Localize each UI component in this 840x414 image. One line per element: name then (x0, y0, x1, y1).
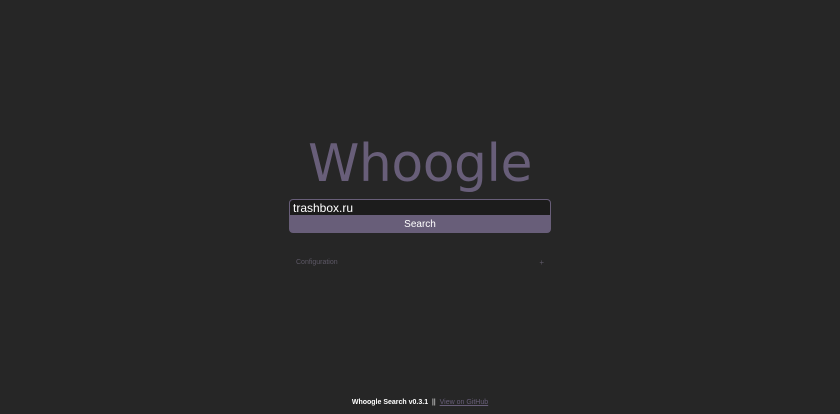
configuration-label[interactable]: Configuration (296, 259, 338, 266)
whoogle-logo: Whoogle (308, 134, 532, 194)
search-button[interactable]: Search (289, 216, 551, 233)
github-link[interactable]: View on GitHub (440, 399, 489, 406)
footer: Whoogle Search v0.3.1 || View on GitHub (0, 398, 840, 408)
search-input[interactable] (289, 199, 551, 216)
search-form: Search (289, 199, 551, 233)
home-page: Whoogle Search Configuration + Whoogle S… (0, 0, 840, 414)
footer-separator: || (432, 399, 436, 406)
configuration-row[interactable]: Configuration + (296, 256, 544, 268)
version-text: Whoogle Search v0.3.1 (351, 399, 429, 406)
expand-icon[interactable]: + (539, 258, 544, 267)
